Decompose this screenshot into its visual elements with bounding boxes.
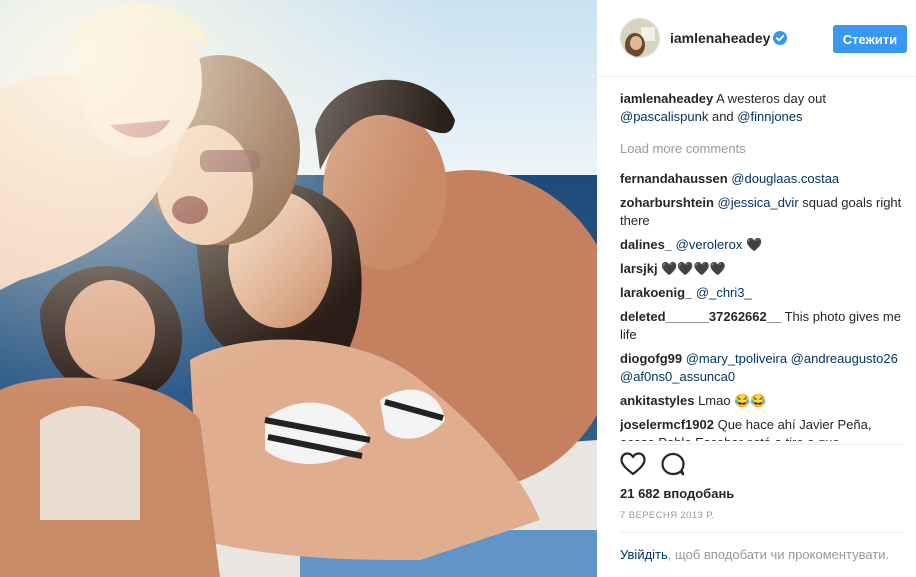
comment-item: joselermcf1902 Que hace ahí Javier Peña,… — [620, 416, 904, 441]
post-caption: iamlenaheadey A westeros day out @pascal… — [620, 90, 904, 126]
comment-mention[interactable]: @verolerox — [676, 237, 743, 252]
post-actions — [620, 452, 720, 478]
caption-username[interactable]: iamlenaheadey — [620, 91, 713, 106]
comment-username[interactable]: diogofg99 — [620, 351, 682, 366]
divider — [620, 444, 904, 445]
comment-username[interactable]: joselermcf1902 — [620, 417, 714, 432]
login-link[interactable]: Увійдіть — [620, 547, 668, 562]
login-prompt: Увійдіть, щоб вподобати чи прокоментуват… — [620, 546, 900, 564]
caption-text: A westeros day out — [713, 91, 826, 106]
follow-button[interactable]: Стежити — [833, 25, 907, 53]
avatar-image — [621, 19, 659, 57]
comment-username[interactable]: fernandahaussen — [620, 171, 728, 186]
photo-image — [0, 0, 597, 577]
comment-item: larsjkj 🖤🖤🖤🖤 — [620, 260, 904, 278]
comment-text: Lmao 😂😂 — [698, 393, 767, 408]
caption-mention[interactable]: @finnjones — [737, 109, 802, 124]
comment-username[interactable]: larsjkj — [620, 261, 658, 276]
post-date[interactable]: 7 ВЕРЕСНЯ 2013 Р. — [620, 510, 714, 521]
comment-username[interactable]: ankitastyles — [620, 393, 694, 408]
comment-username[interactable]: larakoenig_ — [620, 285, 692, 300]
verified-badge-icon — [773, 31, 787, 45]
comment-item: zoharburshtein @jessica_dvir squad goals… — [620, 194, 904, 230]
comment-item: deleted______37262662__ This photo gives… — [620, 308, 904, 344]
comment-bubble-icon[interactable] — [660, 452, 686, 476]
post-header: iamlenaheadey Стежити — [597, 0, 916, 77]
post-sidebar: iamlenaheadey Стежити iamlenaheadey A we… — [597, 0, 916, 577]
comment-text: 🖤🖤🖤🖤 — [661, 261, 726, 276]
comment-item: dalines_ @verolerox 🖤 — [620, 236, 904, 254]
load-more-comments-button[interactable]: Load more comments — [620, 140, 904, 158]
comment-mention[interactable]: @douglaas.costaa — [731, 171, 839, 186]
caption-mention[interactable]: @pascalispunk — [620, 109, 708, 124]
comment-text: 🖤 — [742, 237, 763, 252]
comment-item: larakoenig_ @_chri3_ — [620, 284, 904, 302]
comment-username[interactable]: deleted______37262662__ — [620, 309, 781, 324]
comment-username[interactable]: zoharburshtein — [620, 195, 714, 210]
heart-icon[interactable] — [620, 452, 646, 476]
comment-username[interactable]: dalines_ — [620, 237, 672, 252]
post-username[interactable]: iamlenaheadey — [670, 30, 770, 46]
comment-mention[interactable]: @_chri3_ — [696, 285, 752, 300]
comment-item: ankitastyles Lmao 😂😂 — [620, 392, 904, 410]
caption-text: and — [708, 109, 738, 124]
likes-count[interactable]: 21 682 вподобань — [620, 486, 734, 501]
avatar[interactable] — [620, 18, 660, 58]
comment-item: diogofg99 @mary_tpoliveira @andreaugusto… — [620, 350, 904, 386]
divider — [620, 532, 904, 533]
post-photo[interactable] — [0, 0, 597, 577]
comment-item: fernandahaussen @douglaas.costaa — [620, 170, 904, 188]
comments-list[interactable]: iamlenaheadey A westeros day out @pascal… — [620, 90, 904, 441]
comment-mention[interactable]: @jessica_dvir — [718, 195, 799, 210]
login-prompt-text: , щоб вподобати чи прокоментувати. — [667, 547, 890, 562]
